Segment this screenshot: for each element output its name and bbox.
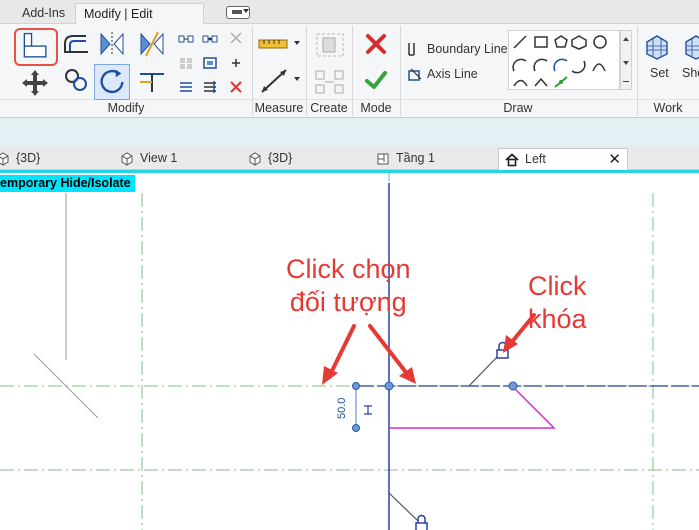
annotation-select-object: Click chọn đối tượng bbox=[286, 253, 411, 319]
boundary-line-icon[interactable] bbox=[406, 40, 424, 58]
dimension-value[interactable]: 50.0 bbox=[336, 398, 348, 419]
close-icon[interactable]: ✕ bbox=[608, 149, 621, 170]
lock-icon[interactable] bbox=[415, 514, 428, 530]
annotation-line: đối tượng bbox=[289, 287, 407, 317]
trim-extend-icon[interactable] bbox=[136, 68, 168, 94]
move-icon[interactable] bbox=[20, 68, 50, 98]
select-modify-icon[interactable] bbox=[14, 28, 58, 66]
chevron-down-icon[interactable] bbox=[294, 40, 300, 46]
measure-between-references-icon[interactable] bbox=[258, 32, 292, 54]
view-tab-label: {3D} bbox=[268, 151, 293, 165]
split-icon[interactable] bbox=[202, 32, 218, 46]
drawing-canvas[interactable]: emporary Hide/Isolate 50.0 Click chọn đố… bbox=[0, 173, 699, 530]
sketch-scene bbox=[0, 173, 699, 530]
tab-modify-edit-revolve[interactable]: Modify | Edit Revolve bbox=[75, 3, 204, 41]
view-tab-label: {3D} bbox=[16, 151, 41, 165]
view-tab-label: View 1 bbox=[140, 151, 178, 165]
draw-shape-gallery bbox=[508, 30, 620, 90]
boundary-line-button[interactable]: Boundary Line bbox=[427, 42, 508, 56]
cube-icon bbox=[120, 152, 134, 166]
panel-label-measure: Measure bbox=[254, 101, 304, 115]
annotation-line: Click bbox=[528, 271, 587, 301]
axis-line-icon[interactable] bbox=[406, 66, 424, 84]
panel-label-mode: Mode bbox=[360, 101, 392, 115]
show-work-plane-button[interactable]: Sho bbox=[682, 66, 699, 80]
view-tab-3d-1[interactable]: {3D} bbox=[0, 148, 40, 170]
set-work-plane-button[interactable]: Set bbox=[650, 66, 669, 80]
view-tab-bar: {3D} View 1 {3D} Tầng 1 Left ✕ bbox=[0, 146, 699, 170]
panel-label-create: Create bbox=[310, 101, 348, 115]
floorplan-icon bbox=[376, 152, 390, 166]
dimension-grip[interactable] bbox=[352, 382, 360, 390]
ribbon-tab-bar: Add-Ins Modify | Edit Revolve bbox=[0, 0, 699, 41]
view-tab-label: Tầng 1 bbox=[396, 151, 435, 165]
pin-icon[interactable] bbox=[228, 30, 244, 46]
endpoint-grip[interactable] bbox=[508, 381, 518, 391]
annotation-line: Click chọn bbox=[286, 254, 411, 284]
cube-icon bbox=[0, 152, 10, 166]
mirror-draw-axis-icon[interactable] bbox=[138, 30, 166, 58]
unpin-icon[interactable] bbox=[228, 56, 244, 70]
show-work-plane-icon[interactable] bbox=[682, 32, 699, 60]
ribbon-panel: Modify Measure Create Mode Boundary Line… bbox=[0, 24, 699, 118]
dimension-grip[interactable] bbox=[352, 424, 360, 432]
sketch-line[interactable] bbox=[468, 354, 500, 387]
create-group-icon[interactable] bbox=[313, 30, 347, 60]
finish-edit-mode-icon[interactable] bbox=[364, 68, 388, 92]
array-icon[interactable] bbox=[202, 56, 218, 70]
annotation-lock: Click khóa bbox=[528, 270, 587, 336]
aligned-dimension-icon[interactable] bbox=[258, 66, 292, 96]
boundary-sketch[interactable] bbox=[389, 386, 556, 429]
cube-icon bbox=[248, 152, 262, 166]
view-tab-tang-1[interactable]: Tầng 1 bbox=[376, 148, 435, 170]
sketch-line-lower[interactable] bbox=[388, 492, 419, 522]
tab-add-ins[interactable]: Add-Ins bbox=[14, 3, 73, 24]
copy-icon[interactable] bbox=[62, 66, 90, 94]
view-tab-left[interactable]: Left ✕ bbox=[498, 148, 628, 170]
split-gap-icon[interactable] bbox=[178, 80, 194, 94]
chevron-down-icon[interactable] bbox=[294, 76, 300, 82]
annotation-arrow bbox=[322, 324, 356, 385]
scale-icon[interactable] bbox=[178, 56, 194, 70]
annotation-arrow bbox=[368, 324, 416, 384]
rotate-icon[interactable] bbox=[94, 64, 130, 100]
view-tab-3d-2[interactable]: {3D} bbox=[248, 148, 292, 170]
delete-icon[interactable] bbox=[228, 80, 244, 94]
mirror-pick-axis-icon[interactable] bbox=[98, 30, 126, 58]
cancel-edit-mode-icon[interactable] bbox=[364, 32, 388, 56]
panel-label-draw: Draw bbox=[503, 101, 533, 115]
house-icon bbox=[505, 152, 519, 167]
offset-icon[interactable] bbox=[62, 32, 90, 56]
align-icon[interactable] bbox=[178, 32, 194, 46]
draw-shapes-icon[interactable] bbox=[509, 31, 621, 91]
view-tab-view-1[interactable]: View 1 bbox=[120, 148, 177, 170]
draw-gallery-scrollbar[interactable] bbox=[620, 30, 632, 90]
panel-label-work: Work bbox=[653, 101, 683, 115]
dimension-marker-icon[interactable] bbox=[364, 405, 372, 415]
endpoint-grip[interactable] bbox=[384, 381, 394, 391]
chevron-down-icon[interactable] bbox=[243, 9, 249, 13]
trim-multiple-icon[interactable] bbox=[202, 80, 218, 94]
set-work-plane-icon[interactable] bbox=[643, 32, 671, 60]
create-similar-icon[interactable] bbox=[313, 68, 347, 96]
options-bar bbox=[0, 118, 699, 146]
axis-line-button[interactable]: Axis Line bbox=[427, 67, 478, 81]
annotation-line: khóa bbox=[528, 304, 587, 334]
panel-label-modify: Modify bbox=[107, 101, 145, 115]
view-tab-label: Left bbox=[525, 152, 546, 166]
